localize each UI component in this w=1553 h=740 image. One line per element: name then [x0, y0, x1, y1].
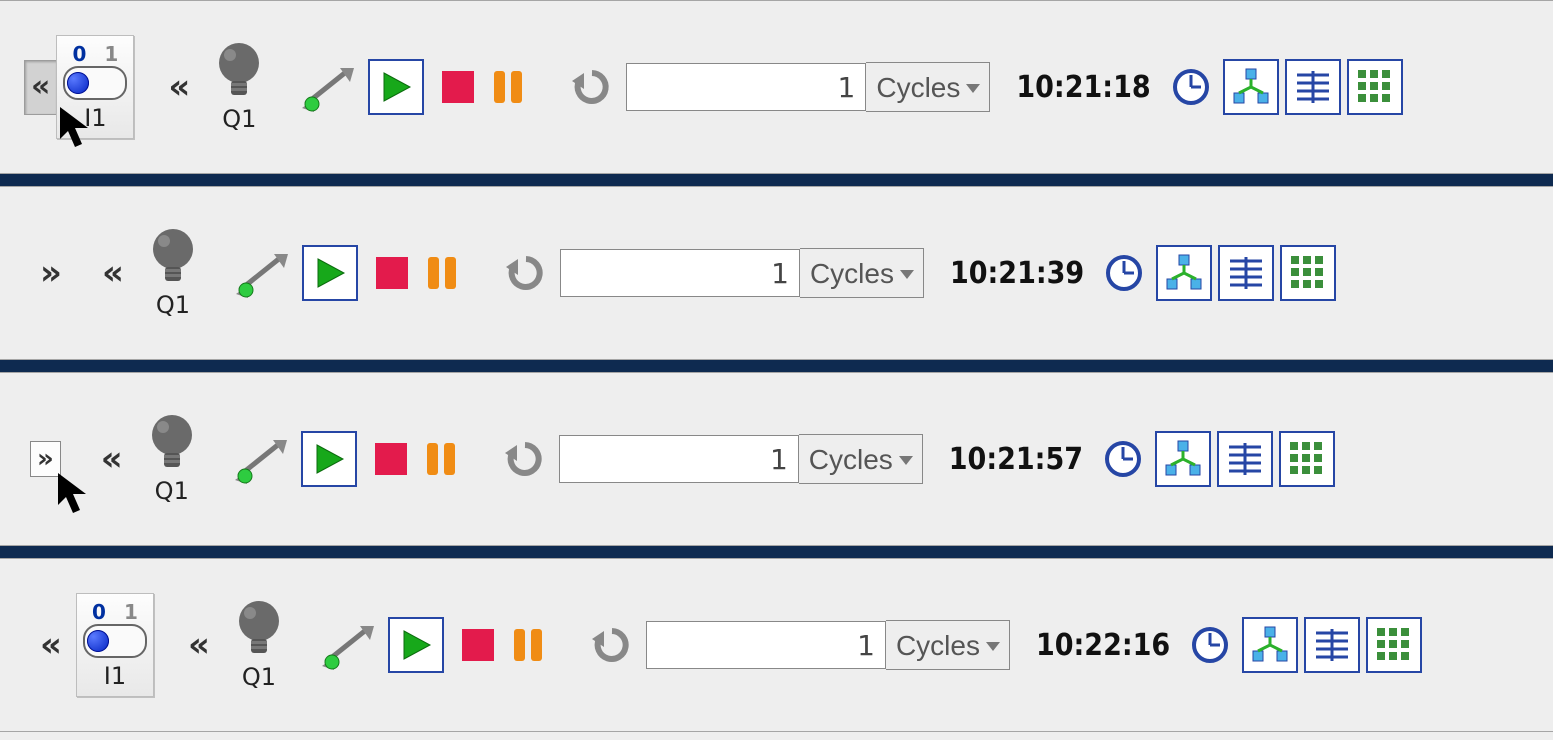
unit-select-wrap[interactable]: Cycles: [886, 620, 1010, 670]
toggle-knob: [87, 630, 109, 652]
output-indicator: Q1: [214, 41, 264, 133]
toggle-label-0: 0: [92, 602, 106, 622]
output-indicator: Q1: [148, 227, 198, 319]
input-toggle-button[interactable]: 01 I1: [76, 593, 154, 697]
toggle-caption: I1: [104, 662, 126, 690]
collapse-button[interactable]: «: [24, 60, 57, 115]
pause-button[interactable]: [510, 627, 546, 663]
clock-icon[interactable]: [1104, 253, 1144, 293]
timestamp: 10:21:39: [950, 256, 1084, 291]
unit-select[interactable]: Cycles: [799, 434, 923, 484]
toggle-label-0: 0: [72, 44, 86, 64]
toolbar-row: « 01 I1 « Q1 Cycles 10:22:16: [0, 558, 1553, 732]
bulb-caption: Q1: [242, 663, 276, 691]
unit-select[interactable]: Cycles: [886, 620, 1010, 670]
unit-select[interactable]: Cycles: [866, 62, 990, 112]
chevron-left-icon: «: [31, 69, 50, 104]
pause-button[interactable]: [423, 441, 459, 477]
toggle-switch[interactable]: [83, 624, 147, 658]
bulb-caption: Q1: [155, 477, 189, 505]
timestamp: 10:21:18: [1016, 70, 1150, 105]
toggle-knob: [67, 72, 89, 94]
tree-view-button[interactable]: [1223, 59, 1279, 115]
toolbar-row: » « Q1 Cycles 10:21:39: [0, 186, 1553, 360]
cycle-count-input[interactable]: [646, 621, 886, 669]
unit-select[interactable]: Cycles: [800, 248, 924, 298]
expand-button[interactable]: »: [30, 253, 72, 293]
play-button[interactable]: [388, 617, 444, 673]
connect-button[interactable]: [233, 434, 289, 484]
toolbar-row: » « Q1 Cycles 10:21:57: [0, 372, 1553, 546]
divider: [0, 174, 1553, 186]
toggle-label-1: 1: [124, 602, 138, 622]
clock-icon[interactable]: [1190, 625, 1230, 665]
bulb-icon: [234, 599, 284, 661]
grid-view-button[interactable]: [1280, 245, 1336, 301]
list-view-button[interactable]: [1285, 59, 1341, 115]
unit-select-wrap[interactable]: Cycles: [800, 248, 924, 298]
pause-button[interactable]: [424, 255, 460, 291]
output-indicator: Q1: [234, 599, 284, 691]
refresh-button[interactable]: [505, 439, 545, 479]
grid-view-button[interactable]: [1279, 431, 1335, 487]
cycle-count-input[interactable]: [560, 249, 800, 297]
connect-button[interactable]: [234, 248, 290, 298]
tree-view-button[interactable]: [1155, 431, 1211, 487]
play-button[interactable]: [301, 431, 357, 487]
list-view-button[interactable]: [1218, 245, 1274, 301]
grid-view-button[interactable]: [1366, 617, 1422, 673]
stop-button[interactable]: [440, 69, 476, 105]
stop-button[interactable]: [460, 627, 496, 663]
refresh-button[interactable]: [572, 67, 612, 107]
clock-icon[interactable]: [1103, 439, 1143, 479]
bulb-icon: [147, 413, 197, 475]
toggle-label-1: 1: [104, 44, 118, 64]
divider: [0, 546, 1553, 558]
expand-button[interactable]: »: [30, 441, 61, 477]
pause-button[interactable]: [490, 69, 526, 105]
bulb-icon: [214, 41, 264, 103]
timestamp: 10:21:57: [949, 442, 1083, 477]
output-indicator: Q1: [147, 413, 197, 505]
refresh-button[interactable]: [506, 253, 546, 293]
cycle-count-input[interactable]: [559, 435, 799, 483]
timestamp: 10:22:16: [1036, 628, 1170, 663]
grid-view-button[interactable]: [1347, 59, 1403, 115]
stop-button[interactable]: [373, 441, 409, 477]
chevron-left-icon[interactable]: «: [91, 439, 133, 479]
chevron-left-icon[interactable]: «: [92, 253, 134, 293]
connect-button[interactable]: [320, 620, 376, 670]
bulb-caption: Q1: [156, 291, 190, 319]
chevron-left-icon[interactable]: «: [178, 625, 220, 665]
list-view-button[interactable]: [1304, 617, 1360, 673]
play-button[interactable]: [302, 245, 358, 301]
refresh-button[interactable]: [592, 625, 632, 665]
bulb-caption: Q1: [222, 105, 256, 133]
play-button[interactable]: [368, 59, 424, 115]
unit-select-wrap[interactable]: Cycles: [866, 62, 990, 112]
cycle-count-input[interactable]: [626, 63, 866, 111]
list-view-button[interactable]: [1217, 431, 1273, 487]
stop-button[interactable]: [374, 255, 410, 291]
chevron-left-icon[interactable]: «: [158, 67, 200, 107]
toggle-caption: I1: [84, 104, 106, 132]
unit-select-wrap[interactable]: Cycles: [799, 434, 923, 484]
toolbar-row: « 01 I1 « Q1 Cycles 10:21:18: [0, 0, 1553, 174]
toggle-switch[interactable]: [63, 66, 127, 100]
connect-button[interactable]: [300, 62, 356, 112]
clock-icon[interactable]: [1171, 67, 1211, 107]
divider: [0, 360, 1553, 372]
tree-view-button[interactable]: [1242, 617, 1298, 673]
bulb-icon: [148, 227, 198, 289]
collapse-button[interactable]: «: [30, 625, 72, 665]
input-toggle-button[interactable]: 01 I1: [56, 35, 134, 139]
tree-view-button[interactable]: [1156, 245, 1212, 301]
